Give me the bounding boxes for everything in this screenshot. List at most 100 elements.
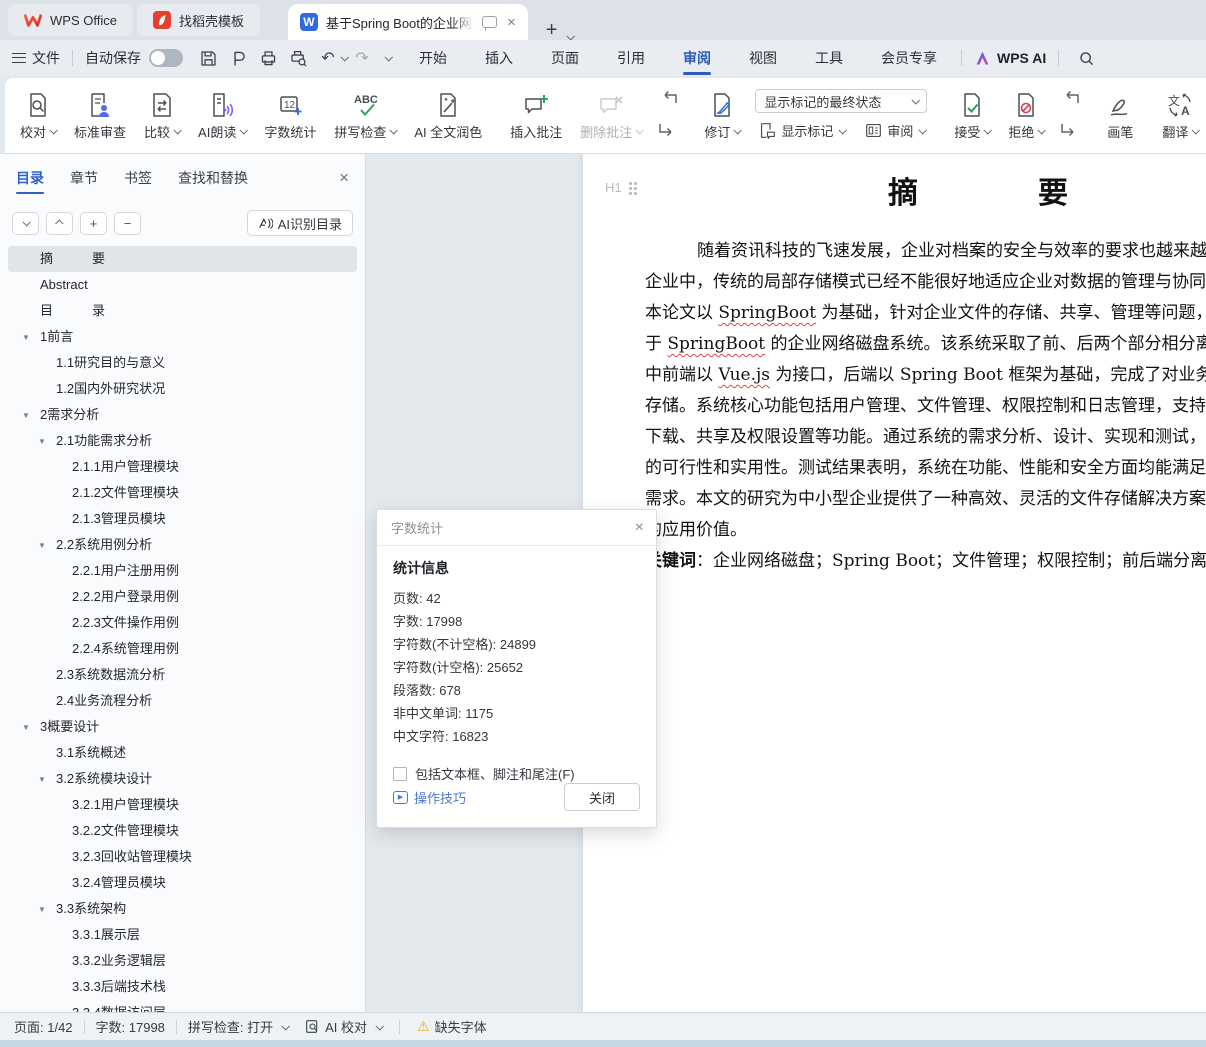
tab-wps-office[interactable]: WPS Office — [8, 4, 133, 36]
toc-item[interactable]: ▼ 3.3.1展示层 — [8, 922, 357, 948]
menu-tab[interactable]: 视图 — [747, 41, 779, 75]
document-page[interactable]: H1 摘 要 随着资讯科技的飞速发展，企业对档案的安全与效率的要求也越来越高。企… — [583, 154, 1206, 1012]
menu-tab[interactable]: 插入 — [483, 41, 515, 75]
ai-proofread-button[interactable]: AI 校对 — [305, 1017, 382, 1036]
tab-template[interactable]: 找稻壳模板 — [137, 4, 260, 36]
toc-expand-icon[interactable]: ▼ — [22, 325, 30, 351]
toc-item[interactable]: ▼ 3.2.4管理员模块 — [8, 870, 357, 896]
insert-comment-button[interactable]: 插入批注 — [501, 78, 571, 153]
toc-item[interactable]: ▼ 2.1.1用户管理模块 — [8, 454, 357, 480]
zoom-out-button[interactable]: − — [114, 212, 141, 235]
close-tab-icon[interactable]: × — [505, 14, 518, 31]
print-button[interactable] — [255, 46, 281, 70]
sidebar-tab[interactable]: 目录 — [16, 168, 44, 194]
standard-review-button[interactable]: 标准审查 — [65, 78, 135, 153]
next-change-button[interactable] — [1059, 120, 1081, 143]
zoom-in-button[interactable]: + — [80, 212, 107, 235]
toc-item[interactable]: ▼ 目 录 — [8, 298, 357, 324]
toc-expand-icon[interactable]: ▼ — [38, 897, 46, 923]
include-footnotes-checkbox[interactable] — [393, 767, 407, 781]
toc-item[interactable]: ▼ 3.3.3后端技术栈 — [8, 974, 357, 1000]
toc-item[interactable]: ▼ 3.2.1用户管理模块 — [8, 792, 357, 818]
toc-item[interactable]: ▼ 1前言 — [8, 324, 357, 350]
toc-item[interactable]: ▼ 2.2系统用例分析 — [8, 532, 357, 558]
sidebar-tab[interactable]: 章节 — [70, 168, 98, 194]
toc-item[interactable]: ▼ 3.1系统概述 — [8, 740, 357, 766]
translate-button[interactable]: 文A 翻译 — [1153, 78, 1206, 153]
toc-item[interactable]: ▼ 3.2.3回收站管理模块 — [8, 844, 357, 870]
expand-all-button[interactable] — [46, 212, 73, 235]
toc-item[interactable]: ▼ 2.2.1用户注册用例 — [8, 558, 357, 584]
collapse-all-button[interactable] — [12, 212, 39, 235]
dialog-close-button[interactable]: 关闭 — [564, 783, 640, 811]
accept-button[interactable]: 接受 — [945, 78, 999, 153]
menu-tab[interactable]: 审阅 — [681, 41, 713, 75]
export-pdf-button[interactable] — [225, 46, 251, 70]
file-menu[interactable]: 文件 — [32, 48, 60, 68]
word-count-button[interactable]: 12 字数统计 — [255, 78, 325, 153]
delete-comment-button[interactable]: 删除批注 — [571, 78, 651, 153]
ai-polish-button[interactable]: AI 全文润色 — [405, 78, 491, 153]
toc-item[interactable]: ▼ 2.4业务流程分析 — [8, 688, 357, 714]
toc-item[interactable]: ▼ 3.2系统模块设计 — [8, 766, 357, 792]
ai-read-button[interactable]: AI朗读 — [189, 78, 255, 153]
toc-item[interactable]: ▼ 2.3系统数据流分析 — [8, 662, 357, 688]
redo-button[interactable]: ↷ — [349, 46, 375, 70]
autosave-toggle[interactable] — [149, 49, 183, 67]
print-preview-button[interactable] — [285, 46, 311, 70]
sidebar-close-icon[interactable]: × — [339, 168, 349, 194]
toc-item[interactable]: ▼ 2.1.2文件管理模块 — [8, 480, 357, 506]
chat-icon[interactable] — [482, 16, 497, 28]
undo-chevron-icon[interactable] — [340, 53, 348, 61]
toc-item[interactable]: ▼ 2.2.2用户登录用例 — [8, 584, 357, 610]
review-pane-button[interactable]: 审阅 — [861, 119, 929, 142]
menu-tab[interactable]: 会员专享 — [879, 41, 939, 75]
ai-detect-toc-button[interactable]: AI识别目录 — [247, 210, 353, 236]
sidebar-tab[interactable]: 书签 — [124, 168, 152, 194]
track-changes-button[interactable]: 修订 — [695, 78, 749, 153]
dialog-close-icon[interactable]: × — [635, 519, 644, 537]
toc-expand-icon[interactable]: ▼ — [38, 429, 46, 455]
toc-item[interactable]: ▼ 3.3系统架构 — [8, 896, 357, 922]
toc-item[interactable]: ▼ 2需求分析 — [8, 402, 357, 428]
toc-item[interactable]: ▼ 1.1研究目的与意义 — [8, 350, 357, 376]
menu-tab[interactable]: 工具 — [813, 41, 845, 75]
proofread-button[interactable]: 校对 — [11, 78, 65, 153]
compare-button[interactable]: 比较 — [135, 78, 189, 153]
toc-expand-icon[interactable]: ▼ — [38, 533, 46, 559]
word-count-indicator[interactable]: 字数: 17998 — [96, 1017, 165, 1036]
spellcheck-status[interactable]: 拼写检查: 打开 — [188, 1017, 288, 1036]
toc-item[interactable]: ▼ Abstract — [8, 272, 357, 298]
save-button[interactable] — [195, 46, 221, 70]
quick-access-chevron-icon[interactable] — [384, 53, 392, 61]
tab-document-active[interactable]: W 基于Spring Boot的企业网盘 × — [288, 4, 528, 40]
toc-item[interactable]: ▼ 2.2.4系统管理用例 — [8, 636, 357, 662]
show-markup-button[interactable]: 显示标记 — [755, 119, 849, 142]
toc-item[interactable]: ▼ 3.2.2文件管理模块 — [8, 818, 357, 844]
tips-link[interactable]: ▶ 操作技巧 — [393, 788, 466, 807]
menu-tab[interactable]: 页面 — [549, 41, 581, 75]
next-comment-button[interactable] — [657, 120, 679, 143]
previous-change-button[interactable] — [1059, 89, 1081, 112]
toc-expand-icon[interactable]: ▼ — [38, 767, 46, 793]
wps-ai-button[interactable]: WPS AI — [974, 50, 1046, 67]
toc-expand-icon[interactable]: ▼ — [22, 403, 30, 429]
sidebar-tab[interactable]: 查找和替换 — [178, 168, 248, 194]
toc-item[interactable]: ▼ 1.2国内外研究状况 — [8, 376, 357, 402]
menu-tab[interactable]: 开始 — [417, 41, 449, 75]
toc-item[interactable]: ▼ 2.1.3管理员模块 — [8, 506, 357, 532]
toc-item[interactable]: ▼ 3.3.4数据访问层 — [8, 1000, 357, 1012]
hamburger-icon[interactable] — [12, 53, 26, 63]
toc-item[interactable]: ▼ 2.2.3文件操作用例 — [8, 610, 357, 636]
toc-item[interactable]: ▼ 3.3.2业务逻辑层 — [8, 948, 357, 974]
undo-button[interactable]: ↶ — [315, 46, 341, 70]
search-icon[interactable] — [1073, 46, 1099, 70]
toc-expand-icon[interactable]: ▼ — [22, 715, 30, 741]
markup-state-dropdown[interactable]: 显示标记的最终状态 — [755, 89, 927, 113]
brush-button[interactable]: 画笔 — [1097, 78, 1143, 153]
toc-item[interactable]: ▼ 3概要设计 — [8, 714, 357, 740]
new-tab-button[interactable]: + — [546, 20, 558, 40]
missing-font-warning[interactable]: ⚠ 缺失字体 — [417, 1017, 487, 1036]
reject-button[interactable]: 拒绝 — [999, 78, 1053, 153]
toc-item[interactable]: ▼ 2.1功能需求分析 — [8, 428, 357, 454]
